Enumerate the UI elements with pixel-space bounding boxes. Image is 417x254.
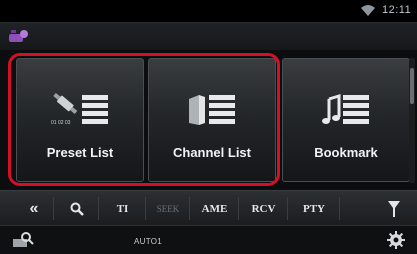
bookmark-label: Bookmark bbox=[314, 145, 378, 160]
clock: 12:11 bbox=[382, 4, 412, 16]
status-bar: 12:11 bbox=[0, 0, 417, 22]
vertical-scrollbar[interactable] bbox=[409, 58, 415, 183]
ame-button[interactable]: AME bbox=[190, 191, 239, 226]
wifi-icon bbox=[361, 5, 375, 16]
settings-gear-icon[interactable] bbox=[386, 230, 406, 250]
antenna-button[interactable] bbox=[374, 191, 414, 226]
app-header bbox=[0, 22, 417, 51]
function-bar: « TI SEEK AME RCV PTY bbox=[0, 190, 417, 226]
pty-button[interactable]: PTY bbox=[288, 191, 340, 226]
bookmark-button[interactable]: Bookmark bbox=[282, 58, 410, 182]
search-icon bbox=[70, 202, 84, 216]
bookmark-icon bbox=[322, 93, 369, 124]
info-bar: AUTO1 bbox=[0, 225, 417, 254]
scan-search-icon[interactable] bbox=[12, 231, 34, 249]
channel-name: AUTO1 bbox=[134, 237, 163, 246]
callout-highlight-frame bbox=[8, 53, 280, 186]
seek-button[interactable]: SEEK bbox=[146, 191, 190, 226]
ti-button[interactable]: TI bbox=[99, 191, 146, 226]
scrollbar-thumb[interactable] bbox=[410, 68, 414, 104]
search-button[interactable] bbox=[54, 191, 99, 226]
rcv-button[interactable]: RCV bbox=[239, 191, 288, 226]
antenna-icon bbox=[388, 200, 400, 217]
source-app-icon[interactable] bbox=[8, 28, 30, 46]
back-arrow-button[interactable]: « bbox=[14, 191, 54, 226]
